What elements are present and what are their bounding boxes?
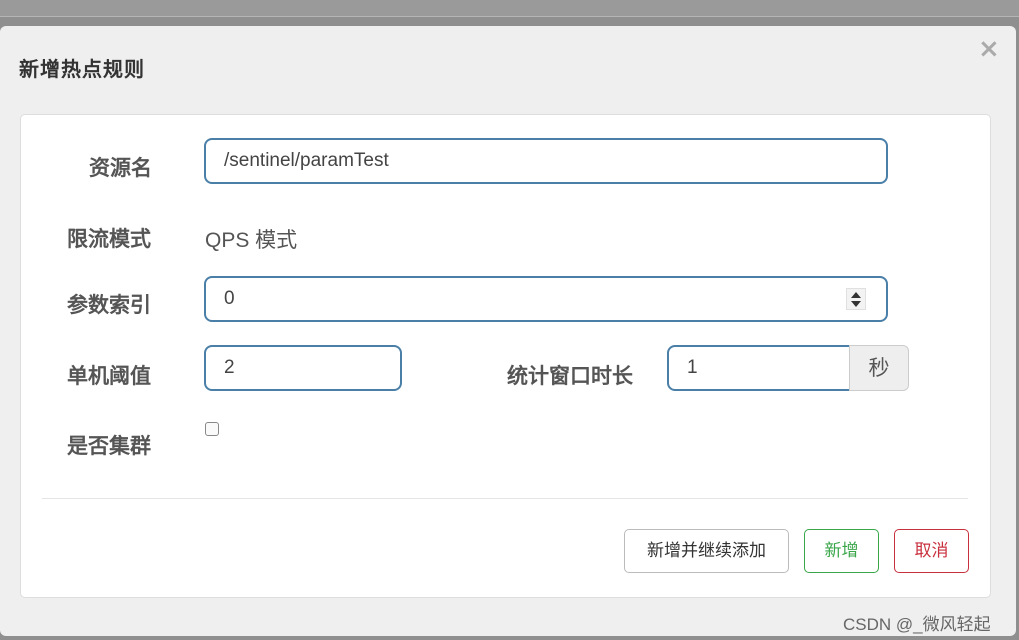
cluster-label: 是否集群 (67, 434, 151, 458)
close-icon[interactable]: × (978, 34, 1000, 64)
mode-value: QPS 模式 (205, 229, 298, 252)
param-index-input[interactable]: 0 (204, 276, 888, 322)
modal-dialog: 新增热点规则 × 资源名 /sentinel/paramTest 限流模式 QP… (0, 26, 1016, 636)
param-index-value: 0 (224, 288, 235, 309)
watermark: CSDN @_微风轻起 (843, 615, 991, 634)
resource-label: 资源名 (89, 156, 152, 180)
dialog-title: 新增热点规则 (19, 57, 145, 81)
param-index-label: 参数索引 (67, 293, 151, 317)
resource-input[interactable]: /sentinel/paramTest (204, 138, 888, 184)
threshold-input[interactable]: 2 (204, 345, 402, 391)
window-input[interactable]: 1 (667, 345, 851, 391)
threshold-label: 单机阈值 (67, 364, 151, 388)
window-label: 统计窗口时长 (507, 364, 633, 388)
window-unit-addon: 秒 (849, 345, 909, 391)
number-spinner[interactable] (846, 288, 866, 310)
mode-label: 限流模式 (67, 227, 151, 251)
spin-down-icon[interactable] (851, 301, 861, 307)
add-continue-button[interactable]: 新增并继续添加 (624, 529, 789, 573)
add-button[interactable]: 新增 (804, 529, 879, 573)
cluster-checkbox[interactable] (205, 422, 219, 436)
background-page-strip (0, 0, 1019, 17)
cancel-button[interactable]: 取消 (894, 529, 969, 573)
form-panel: 资源名 /sentinel/paramTest 限流模式 QPS 模式 参数索引… (20, 114, 991, 598)
divider (42, 498, 968, 499)
spin-up-icon[interactable] (851, 292, 861, 298)
